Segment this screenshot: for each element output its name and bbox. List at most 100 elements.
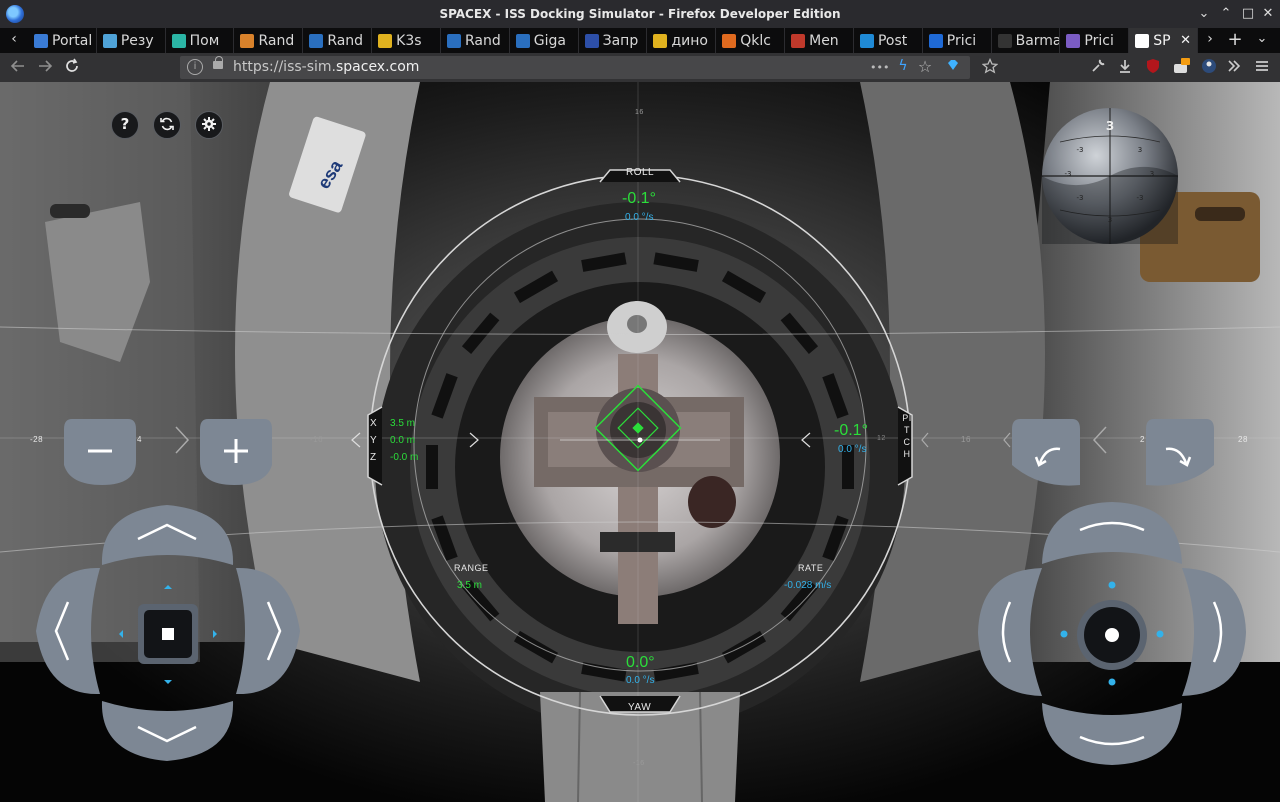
- tab-0[interactable]: Portal: [28, 28, 97, 53]
- settings-button[interactable]: [195, 111, 223, 139]
- url-host: spacex.com: [335, 59, 420, 75]
- tab-favicon-icon: [171, 33, 186, 48]
- tab-label: Запр: [602, 32, 639, 49]
- globe-mark-3: -3: [1077, 194, 1084, 202]
- tab-10[interactable]: Qklc: [716, 28, 786, 53]
- maximize-button[interactable]: ⌃: [1218, 6, 1234, 21]
- tab-label: Portal: [52, 32, 93, 49]
- close-window-button[interactable]: ✕: [1260, 6, 1276, 21]
- translate-stop-button[interactable]: [136, 602, 200, 666]
- yaw-left-button[interactable]: [976, 566, 1046, 698]
- indicator-arrow-down: [164, 680, 172, 684]
- roll-right-button[interactable]: [1144, 415, 1216, 491]
- hamburger-menu-button[interactable]: [1252, 58, 1272, 78]
- translate-backward-button[interactable]: [62, 415, 138, 491]
- yaw-right-button[interactable]: [1178, 566, 1248, 698]
- back-button[interactable]: [8, 58, 28, 78]
- simulator-viewport[interactable]: esa 3 -3 3 -3 -3 3 -3 3 ROLL -0.1° 0.0 °…: [0, 82, 1280, 802]
- tab-1[interactable]: Резу: [97, 28, 166, 53]
- tab-favicon-icon: [584, 33, 599, 48]
- tab-label: Prici: [1084, 32, 1114, 49]
- help-button[interactable]: ?: [111, 111, 139, 139]
- tab-4[interactable]: Rand: [303, 28, 373, 53]
- translate-left-button[interactable]: [32, 566, 104, 696]
- pitch-angle: -0.1°: [834, 422, 868, 439]
- page-actions-button[interactable]: •••: [870, 61, 889, 74]
- tab-16[interactable]: SP ✕: [1129, 28, 1199, 53]
- y-label: Y: [370, 435, 378, 446]
- translate-forward-button[interactable]: [198, 415, 274, 491]
- refresh-icon: [160, 117, 174, 131]
- bookmark-star-icon[interactable]: ☆: [916, 57, 934, 76]
- roll-left-button[interactable]: [1010, 415, 1082, 491]
- close-tab-icon[interactable]: ✕: [1180, 33, 1191, 48]
- tab-12[interactable]: Post: [854, 28, 923, 53]
- right-scale-0: 16: [961, 435, 971, 444]
- tab-2[interactable]: Пом: [166, 28, 235, 53]
- translate-up-button[interactable]: [100, 497, 235, 569]
- tab-favicon-icon: [928, 33, 943, 48]
- tab-favicon-icon: [997, 33, 1012, 48]
- ublock-icon[interactable]: [1143, 58, 1163, 78]
- tab-6[interactable]: Rand: [441, 28, 510, 53]
- pocket-icon[interactable]: [980, 57, 1000, 78]
- restore-button[interactable]: □: [1240, 6, 1256, 21]
- tools-icon: [1092, 59, 1105, 72]
- tab-9[interactable]: дино: [647, 28, 717, 53]
- lightning-icon[interactable]: ϟ: [894, 58, 912, 74]
- tab-favicon-icon: [791, 33, 806, 48]
- account-icon[interactable]: [1199, 58, 1219, 78]
- extension-badge-icon[interactable]: [1171, 58, 1191, 78]
- forward-button[interactable]: [35, 58, 55, 78]
- tabs-scroll-right-button[interactable]: ›: [1200, 31, 1220, 47]
- pitch-rate: 0.0 °/s: [838, 444, 867, 455]
- roll-rate: 0.0 °/s: [625, 212, 654, 223]
- stop-square-icon: [138, 604, 198, 664]
- reload-button[interactable]: [62, 58, 82, 78]
- pitch-up-button[interactable]: [1040, 498, 1184, 570]
- globe-mark-2: 3: [1138, 146, 1142, 154]
- tab-13[interactable]: Prici: [923, 28, 992, 53]
- downloads-icon[interactable]: [1115, 58, 1135, 78]
- navigation-bar: i https://iss-sim.spacex.com ••• ϟ ☆: [0, 53, 1280, 82]
- url-text[interactable]: https://iss-sim.spacex.com: [233, 59, 419, 75]
- wrench-icon[interactable]: [1088, 58, 1108, 78]
- tab-label: Rand: [327, 32, 364, 49]
- tabs-scroll-left-button[interactable]: ‹: [4, 31, 24, 47]
- tab-14[interactable]: Barman: [992, 28, 1061, 53]
- tab-3[interactable]: Rand: [234, 28, 304, 53]
- translate-right-button[interactable]: [232, 566, 304, 696]
- arc-left-icon: [978, 568, 1042, 696]
- tab-8[interactable]: Запр: [579, 28, 648, 53]
- gear-icon: [202, 117, 216, 131]
- restart-button[interactable]: [153, 111, 181, 139]
- x-value: 3.5 m: [390, 418, 416, 429]
- globe-mark-5: 3: [1108, 216, 1112, 224]
- gem-icon[interactable]: [944, 58, 962, 76]
- z-label: Z: [370, 452, 377, 463]
- roll-label: ROLL: [626, 167, 655, 178]
- all-tabs-button[interactable]: ⌄: [1252, 31, 1272, 46]
- tab-7[interactable]: Giga: [510, 28, 579, 53]
- minimize-button[interactable]: ⌄: [1196, 6, 1212, 21]
- tab-label: Qklc: [740, 32, 771, 49]
- overflow-menu-button[interactable]: [1224, 58, 1244, 78]
- arc-down-icon: [1042, 703, 1182, 765]
- center-reticle: [560, 384, 720, 472]
- tab-11[interactable]: Men: [785, 28, 854, 53]
- tab-favicon-icon: [378, 33, 393, 48]
- new-tab-button[interactable]: +: [1224, 29, 1246, 50]
- tab-5[interactable]: K3s: [372, 28, 441, 53]
- site-info-icon[interactable]: i: [187, 59, 203, 75]
- minus-icon: [64, 419, 136, 485]
- rotation-stop-button[interactable]: [1075, 598, 1149, 672]
- tab-favicon-icon: [859, 33, 874, 48]
- url-prefix: https://iss-sim.: [233, 59, 336, 75]
- tab-15[interactable]: Prici: [1060, 28, 1130, 53]
- globe-mark-0: 3: [1106, 119, 1114, 133]
- url-bar[interactable]: i https://iss-sim.spacex.com ••• ϟ ☆: [180, 56, 970, 79]
- globe-mark-7: 3: [1150, 170, 1154, 178]
- translate-down-button[interactable]: [100, 697, 235, 769]
- tab-favicon-icon: [653, 33, 668, 48]
- pitch-down-button[interactable]: [1040, 697, 1184, 769]
